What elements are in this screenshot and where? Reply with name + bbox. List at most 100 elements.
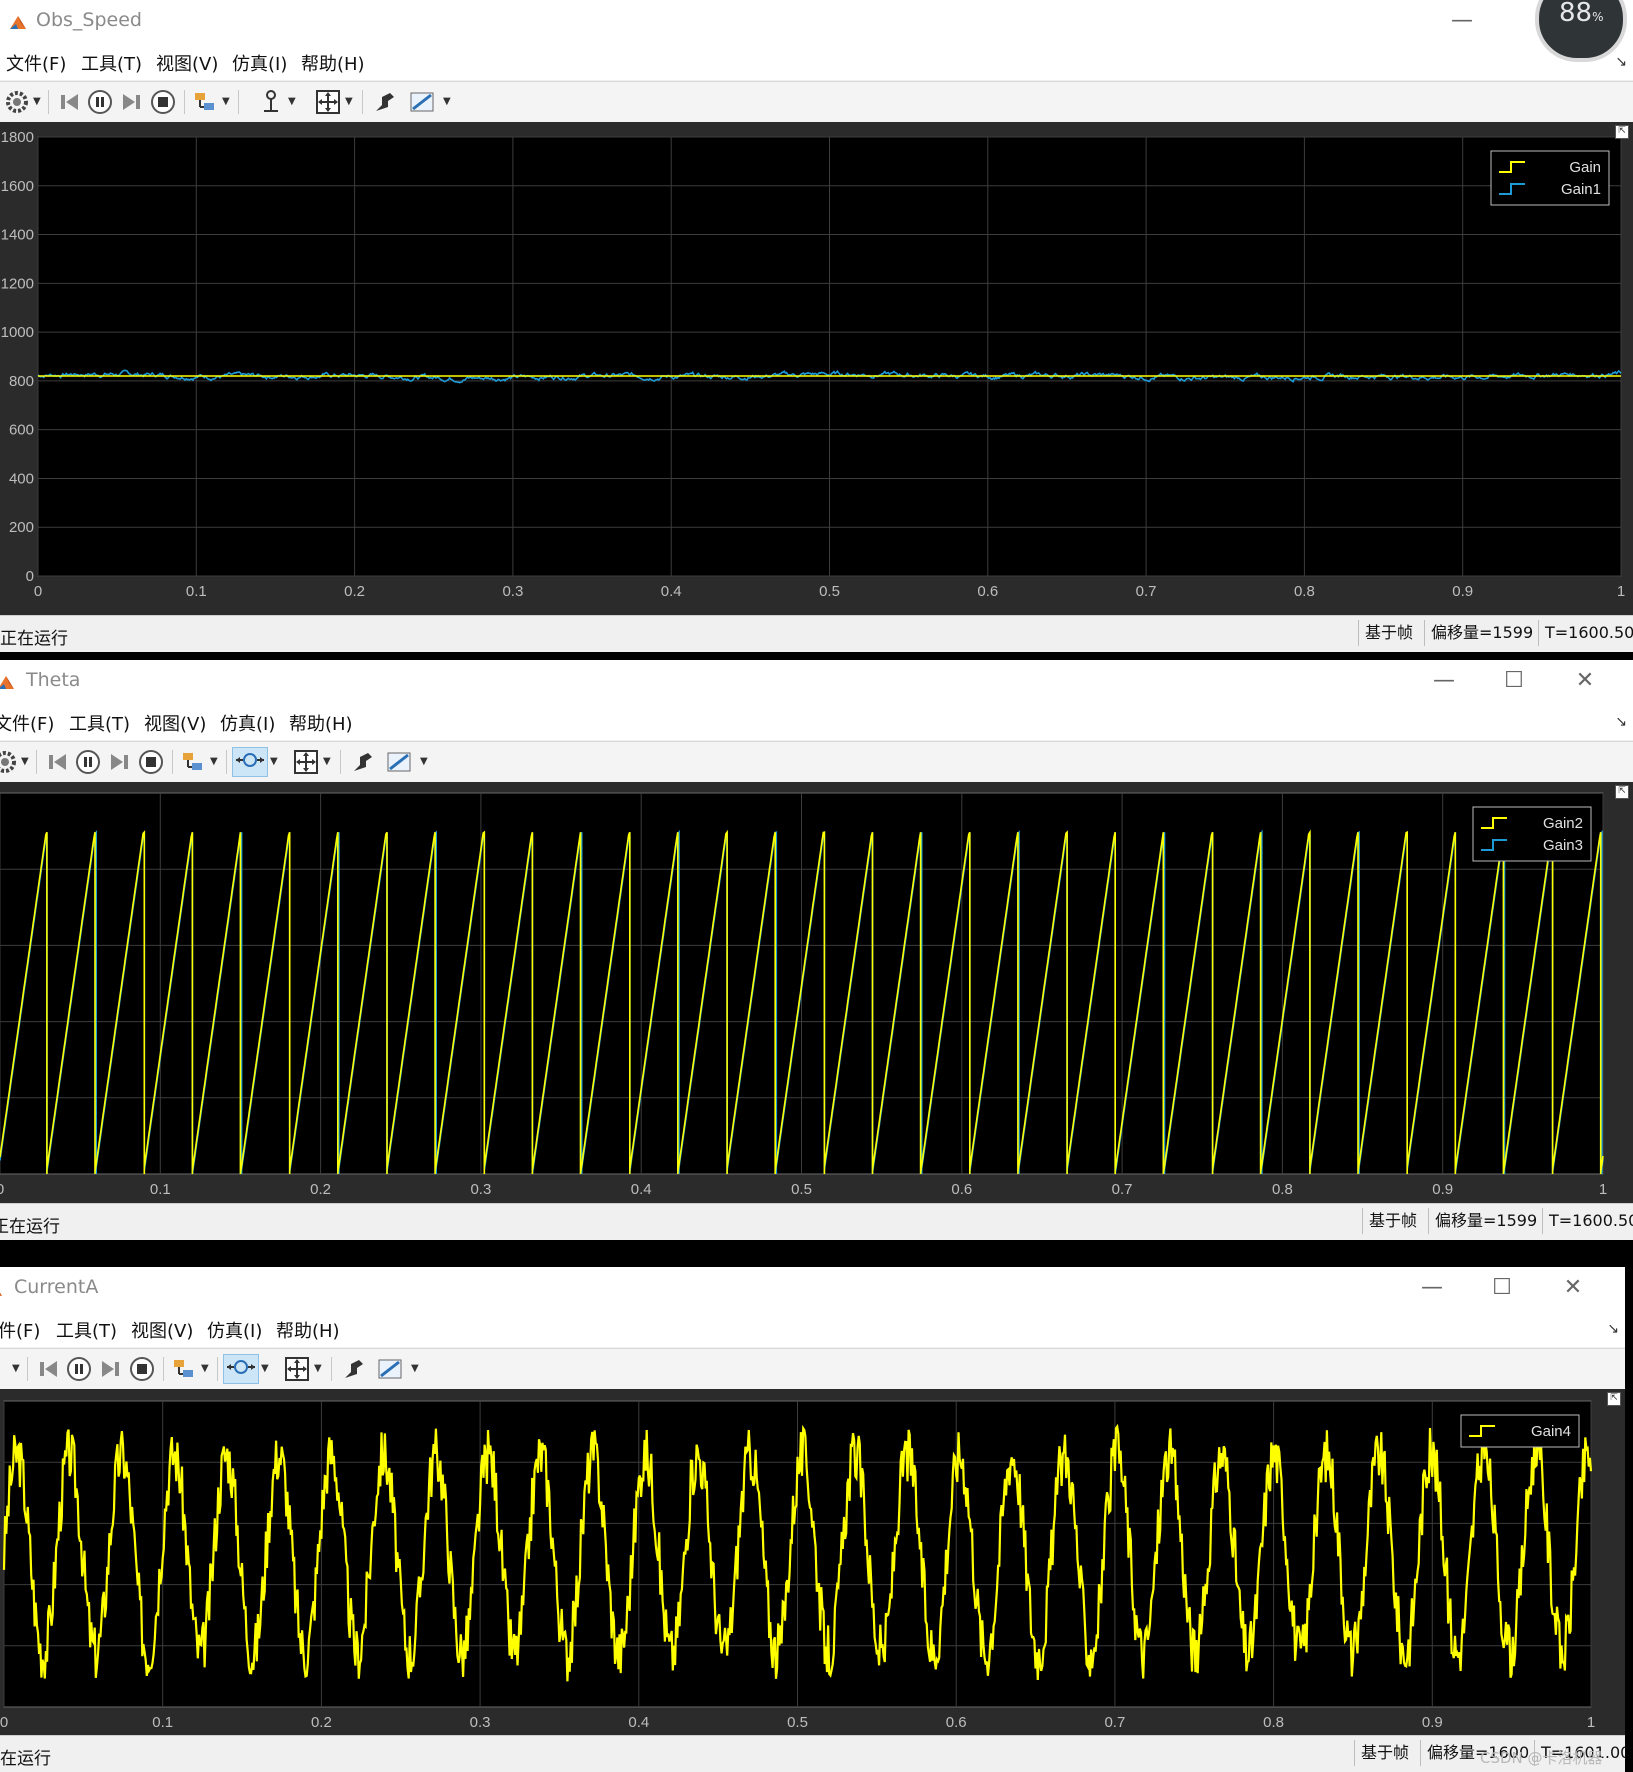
toolbar-separator <box>184 90 185 114</box>
close-button[interactable]: ✕ <box>1553 1273 1593 1303</box>
style-icon[interactable] <box>341 1356 367 1382</box>
measure-icon[interactable] <box>386 749 412 775</box>
step-back-icon[interactable] <box>44 749 70 775</box>
x-tick-label: 0.8 <box>1263 1714 1284 1731</box>
menu-file[interactable]: 文件(F) <box>0 710 54 736</box>
style-icon[interactable] <box>350 749 376 775</box>
settings-dropdown-icon[interactable]: ▼ <box>33 96 41 107</box>
x-tick-label: 0.3 <box>470 1714 491 1731</box>
autoscale-icon[interactable] <box>284 1356 310 1382</box>
stop-icon[interactable] <box>138 749 164 775</box>
y-tick-label: 1600 <box>1 178 34 195</box>
pause-icon[interactable] <box>75 749 101 775</box>
autoscale-icon[interactable] <box>315 89 341 115</box>
x-tick-label: 0.2 <box>344 583 365 600</box>
menu-bar: 件(F) 工具(T) 视图(V) 仿真(I) 帮助(H) ↘ <box>0 1311 1625 1347</box>
maximize-button[interactable]: ☐ <box>1482 1273 1522 1303</box>
y-tick-label: 200 <box>9 519 34 536</box>
measure-icon[interactable] <box>409 89 435 115</box>
measure-dropdown-icon[interactable]: ▼ <box>443 96 451 107</box>
menu-file[interactable]: 文件(F) <box>6 50 66 76</box>
minimize-button[interactable]: — <box>1412 1273 1452 1303</box>
dock-arrow-icon[interactable]: ↘ <box>1615 54 1627 70</box>
matlab-icon <box>0 1280 4 1300</box>
menu-view[interactable]: 视图(V) <box>156 50 218 76</box>
settings-icon[interactable] <box>4 89 30 115</box>
menu-simulation[interactable]: 仿真(I) <box>207 1317 262 1343</box>
autoscale-dropdown-icon[interactable]: ▼ <box>314 1363 322 1374</box>
dock-arrow-icon[interactable]: ↘ <box>1615 714 1627 730</box>
menu-tools[interactable]: 工具(T) <box>81 50 142 76</box>
legend-label: Gain3 <box>1543 837 1583 854</box>
autoscale-dropdown-icon[interactable]: ▼ <box>345 96 353 107</box>
toolbar-separator <box>362 90 363 114</box>
menu-tools[interactable]: 工具(T) <box>56 1317 117 1343</box>
stop-icon[interactable] <box>150 89 176 115</box>
menu-help[interactable]: 帮助(H) <box>276 1317 340 1343</box>
status-offset: 偏移量=1599 <box>1424 620 1539 646</box>
autoscale-icon[interactable] <box>293 749 319 775</box>
zoom-dropdown-icon[interactable]: ▼ <box>261 1363 269 1374</box>
title-bar[interactable]: Theta — ☐ ✕ <box>0 660 1633 704</box>
highlight-dropdown-icon[interactable]: ▼ <box>222 96 230 107</box>
menu-help[interactable]: 帮助(H) <box>301 50 365 76</box>
highlight-block-icon[interactable] <box>180 749 206 775</box>
x-tick-label: 0 <box>0 1714 8 1731</box>
undock-icon[interactable]: ⇱ <box>1615 125 1629 139</box>
trigger-icon[interactable] <box>258 89 284 115</box>
toolbar-separator <box>27 1357 28 1381</box>
matlab-icon <box>0 673 16 693</box>
maximize-button[interactable]: ☐ <box>1494 666 1534 696</box>
minimize-button[interactable]: — <box>1424 666 1464 696</box>
close-button[interactable]: ✕ <box>1565 666 1605 696</box>
stop-icon[interactable] <box>129 1356 155 1382</box>
style-icon[interactable] <box>372 89 398 115</box>
settings-dropdown-icon[interactable]: ▼ <box>12 1363 20 1374</box>
x-tick-label: 1 <box>1617 583 1625 600</box>
minimize-button[interactable]: — <box>1442 6 1482 36</box>
status-offset: 偏移量=1599 <box>1428 1208 1543 1234</box>
step-forward-icon[interactable] <box>119 89 145 115</box>
undock-icon[interactable]: ⇱ <box>1615 785 1629 799</box>
zoom-icon[interactable] <box>223 1354 259 1384</box>
title-bar[interactable]: CurrentA — ☐ ✕ <box>0 1267 1625 1311</box>
zoom-dropdown-icon[interactable]: ▼ <box>270 756 278 767</box>
pause-icon[interactable] <box>87 89 113 115</box>
watermark: CSDN @卡洛机器 <box>1480 1749 1603 1767</box>
zoom-icon[interactable] <box>232 747 268 777</box>
highlight-dropdown-icon[interactable]: ▼ <box>201 1363 209 1374</box>
highlight-block-icon[interactable] <box>192 89 218 115</box>
settings-dropdown-icon[interactable]: ▼ <box>21 756 29 767</box>
dock-arrow-icon[interactable]: ↘ <box>1607 1321 1619 1337</box>
highlight-dropdown-icon[interactable]: ▼ <box>210 756 218 767</box>
measure-dropdown-icon[interactable]: ▼ <box>411 1363 419 1374</box>
step-back-icon[interactable] <box>56 89 82 115</box>
menu-help[interactable]: 帮助(H) <box>289 710 353 736</box>
menu-bar: 文件(F) 工具(T) 视图(V) 仿真(I) 帮助(H) ↘ <box>0 44 1633 80</box>
trigger-dropdown-icon[interactable]: ▼ <box>288 96 296 107</box>
step-forward-icon[interactable] <box>107 749 133 775</box>
menu-simulation[interactable]: 仿真(I) <box>232 50 287 76</box>
menu-simulation[interactable]: 仿真(I) <box>220 710 275 736</box>
menu-view[interactable]: 视图(V) <box>131 1317 193 1343</box>
status-time: T=1600.500 <box>1538 620 1633 646</box>
measure-dropdown-icon[interactable]: ▼ <box>420 756 428 767</box>
highlight-block-icon[interactable] <box>171 1356 197 1382</box>
menu-view[interactable]: 视图(V) <box>144 710 206 736</box>
step-back-icon[interactable] <box>35 1356 61 1382</box>
step-forward-icon[interactable] <box>98 1356 124 1382</box>
title-bar[interactable]: Obs_Speed — <box>0 0 1633 44</box>
menu-tools[interactable]: 工具(T) <box>69 710 130 736</box>
autoscale-dropdown-icon[interactable]: ▼ <box>323 756 331 767</box>
pause-icon[interactable] <box>66 1356 92 1382</box>
plot-canvas[interactable]: 0 0.1 0.2 0.3 0.4 0.5 0.6 0.7 0.8 0.9 1 Gain4 <box>0 1389 1625 1736</box>
undock-icon[interactable]: ⇱ <box>1607 1392 1621 1406</box>
y-tick-label: 0 <box>26 568 34 585</box>
x-tick-label: 0.6 <box>951 1181 972 1198</box>
settings-icon[interactable] <box>0 749 18 775</box>
x-tick-label: 0.9 <box>1432 1181 1453 1198</box>
measure-icon[interactable] <box>377 1356 403 1382</box>
menu-file[interactable]: 件(F) <box>0 1317 40 1343</box>
plot-canvas[interactable]: 0 0.1 0.2 0.3 0.4 0.5 0.6 0.7 0.8 0.9 1 Gain2 Gain3 <box>0 782 1633 1204</box>
plot-canvas[interactable]: 0 0.1 0.2 0.3 0.4 0.5 0.6 0.7 0.8 0.9 1 0 200 400 600 8… <box>0 122 1633 616</box>
